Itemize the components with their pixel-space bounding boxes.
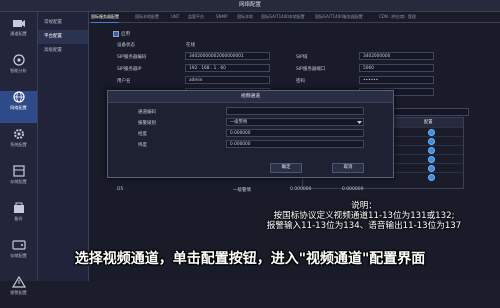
sidebar-item-label: 通道配置 <box>10 31 27 36</box>
submenu-item-general[interactable]: 常规配置 <box>38 16 88 30</box>
ok-button[interactable]: 确定 <box>270 163 302 173</box>
sip-server-id-label: SIP服务器编码 <box>117 55 147 60</box>
row-value: 0.000000 <box>290 187 312 192</box>
longitude-field[interactable]: 0.000000 <box>226 129 364 137</box>
dialog-title: 视频通道 <box>108 91 393 103</box>
tab-gb-local[interactable]: 国标本地配置 <box>135 12 159 22</box>
latitude-field[interactable]: 0.000000 <box>226 140 364 148</box>
device-status-label: 设备状态 <box>117 43 135 48</box>
sidebar-item-backup[interactable]: 备份 <box>0 202 37 234</box>
alarm-level-select[interactable]: 一级警情 <box>226 118 364 126</box>
tab-gb-server[interactable]: 国标服务器配置 <box>91 12 119 23</box>
sidebar-item-label: 智能分析 <box>10 68 27 73</box>
sip-server-port-field[interactable]: 5060 <box>359 64 434 72</box>
config-button[interactable] <box>428 129 435 136</box>
submenu-item-platform[interactable]: 平台配置 <box>38 30 88 44</box>
config-button[interactable] <box>428 174 435 181</box>
alarm-level-label: 报警级别 <box>138 121 156 126</box>
config-button[interactable] <box>428 138 435 145</box>
alarm-icon <box>11 276 26 288</box>
video-channel-dialog: 视频通道 通道编码 报警级别 一级警情 经度 0.000000 纬度 0.000… <box>107 90 394 178</box>
channel-id-field[interactable] <box>226 107 364 115</box>
tab-unt[interactable]: UNT <box>171 12 179 22</box>
annotation-note: 说明： 按国标协议定义视频通道11-13位为131或132; 报警输入11-13… <box>258 201 470 231</box>
globe-icon <box>12 91 25 103</box>
chevron-down-icon <box>357 121 362 124</box>
sidebar-item-analytics[interactable]: 智能分析 <box>0 54 37 86</box>
row-alarm-level: 一级警情 <box>233 188 251 193</box>
sip-server-ip-label: SIP服务器IP <box>117 67 142 72</box>
gear-icon <box>13 129 24 139</box>
longitude-label: 经度 <box>138 132 147 137</box>
config-button[interactable] <box>428 156 435 163</box>
password-field[interactable]: •••••• <box>359 76 434 84</box>
video-caption: 选择视频通道，单击配置按钮，进入"视频通道"配置界面 <box>74 251 426 267</box>
annotation-line-2: 报警输入11-13位为134、语音输出11-13位为137 <box>266 221 462 231</box>
analytics-icon <box>12 54 25 66</box>
sip-domain-field[interactable]: 3402000000 <box>359 52 434 60</box>
sidebar-item-label: 网络配置 <box>10 105 27 110</box>
tab-gat1400-server[interactable]: 国标GA/T1400服务器配置 <box>315 12 363 22</box>
annotation-title: 说明： <box>351 201 377 211</box>
username-field[interactable]: admin <box>185 76 270 84</box>
tab-cdn[interactable]: CDN（供应商）管理 <box>379 12 416 22</box>
password-label: 密码 <box>296 79 305 84</box>
tab-gat1400-local[interactable]: 国标GA/T1400本地配置 <box>261 12 305 22</box>
sip-domain-label: SIP域 <box>296 55 308 60</box>
row-channel-label: D5 <box>117 187 124 192</box>
channel-id-label: 通道编码 <box>138 110 156 115</box>
sidebar-item-label: 备份 <box>14 216 23 221</box>
sidebar-item-label: 报警配置 <box>10 290 27 295</box>
sidebar-item-label: 存储配置 <box>10 179 27 184</box>
tab-bar: 国标服务器配置 国标本地配置 UNT 监管平台 SNMP 国标本地 国标GA/T… <box>89 12 500 23</box>
enable-checkbox[interactable] <box>113 31 119 37</box>
backup-icon <box>13 202 24 213</box>
latitude-label: 纬度 <box>138 143 147 148</box>
tab-supervision[interactable]: 监管平台 <box>188 12 204 22</box>
sidebar-item-network[interactable]: 网络配置 <box>0 91 37 123</box>
sidebar-item-system[interactable]: 系统配置 <box>0 128 37 160</box>
window-title: 网络配置 <box>0 0 500 12</box>
device-status-value: 在线 <box>186 43 195 48</box>
cancel-button[interactable]: 取消 <box>332 163 364 173</box>
tab-gb-local-2[interactable]: 国标本地 <box>237 12 253 22</box>
enable-label: 启用 <box>121 32 130 37</box>
camera-icon <box>12 20 25 27</box>
submenu: 常规配置 平台配置 高级配置 <box>38 12 89 281</box>
username-label: 用户名 <box>117 79 131 84</box>
row-value-2: 0.000000 <box>342 187 364 192</box>
annotation-line-1: 按国标协议定义视频通道11-13位为131或132; <box>273 211 455 221</box>
sip-server-port-label: SIP服务器端口 <box>296 67 326 72</box>
sidebar-item-channel[interactable]: 通道配置 <box>0 17 37 49</box>
config-button[interactable] <box>428 165 435 172</box>
tab-snmp[interactable]: SNMP <box>216 12 227 22</box>
sidebar-item-label: 系统配置 <box>10 142 27 147</box>
sidebar-item-storage[interactable]: 存储配置 <box>0 165 37 197</box>
config-button[interactable] <box>428 147 435 154</box>
grid-header-config: 配置 <box>424 120 433 125</box>
sip-server-id-field[interactable]: 34020000002000000001 <box>185 52 270 60</box>
sidebar: 通道配置 智能分析 网络配置 系统配置 存储配置 备份 存储配置 报警配置 <box>0 12 38 295</box>
storage-icon <box>12 165 25 177</box>
sip-server-ip-field[interactable]: 192 . 168 . 1 . 60 <box>185 64 270 72</box>
submenu-item-advanced[interactable]: 高级配置 <box>38 44 88 58</box>
